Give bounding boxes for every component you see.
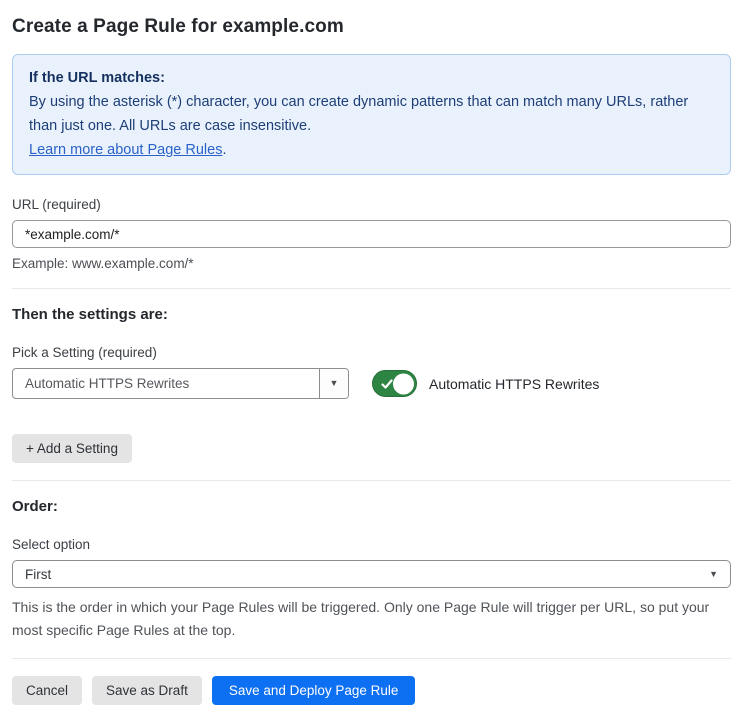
setting-toggle-label: Automatic HTTPS Rewrites bbox=[429, 375, 600, 392]
setting-toggle-on[interactable] bbox=[372, 370, 417, 397]
info-box-heading: If the URL matches: bbox=[29, 70, 165, 86]
setting-dropdown-button[interactable]: ▼ bbox=[319, 369, 348, 398]
order-select-label: Select option bbox=[12, 537, 91, 552]
cancel-button[interactable]: Cancel bbox=[12, 676, 83, 705]
chevron-down-icon: ▼ bbox=[329, 378, 339, 388]
page-title: Create a Page Rule for example.com bbox=[12, 16, 344, 37]
url-field-label: URL (required) bbox=[12, 197, 101, 212]
learn-more-link[interactable]: Learn more about Page Rules bbox=[29, 142, 222, 158]
add-setting-button[interactable]: + Add a Setting bbox=[12, 434, 132, 463]
divider bbox=[12, 480, 731, 481]
create-page-rule-form: Create a Page Rule for example.com If th… bbox=[0, 0, 743, 721]
footer-actions: Cancel Save as Draft Save and Deploy Pag… bbox=[12, 676, 731, 705]
toggle-knob bbox=[393, 373, 414, 394]
order-helper-text: This is the order in which your Page Rul… bbox=[12, 599, 710, 638]
save-and-deploy-button[interactable]: Save and Deploy Page Rule bbox=[211, 676, 416, 705]
divider bbox=[12, 658, 731, 659]
info-box-body: By using the asterisk (*) character, you… bbox=[29, 94, 689, 134]
setting-dropdown[interactable]: Automatic HTTPS Rewrites ▼ bbox=[12, 368, 349, 399]
order-dropdown[interactable]: First ▼ bbox=[12, 560, 731, 588]
divider bbox=[12, 288, 731, 289]
link-period: . bbox=[222, 142, 227, 158]
order-dropdown-value: First bbox=[25, 566, 52, 582]
setting-dropdown-value: Automatic HTTPS Rewrites bbox=[25, 376, 190, 391]
info-box-link-line: Learn more about Page Rules. bbox=[29, 138, 714, 162]
settings-section-heading: Then the settings are: bbox=[12, 306, 168, 323]
setting-row: Automatic HTTPS Rewrites ▼ Automatic HTT… bbox=[12, 368, 731, 399]
check-icon bbox=[381, 378, 393, 389]
chevron-down-icon: ▼ bbox=[709, 568, 718, 579]
order-section-heading: Order: bbox=[12, 498, 58, 515]
url-input[interactable] bbox=[12, 220, 731, 248]
pick-setting-label: Pick a Setting (required) bbox=[12, 345, 157, 360]
url-match-info-box: If the URL matches: By using the asteris… bbox=[12, 54, 731, 175]
save-as-draft-button[interactable]: Save as Draft bbox=[92, 676, 202, 705]
url-example-helper: Example: www.example.com/* bbox=[12, 256, 194, 271]
